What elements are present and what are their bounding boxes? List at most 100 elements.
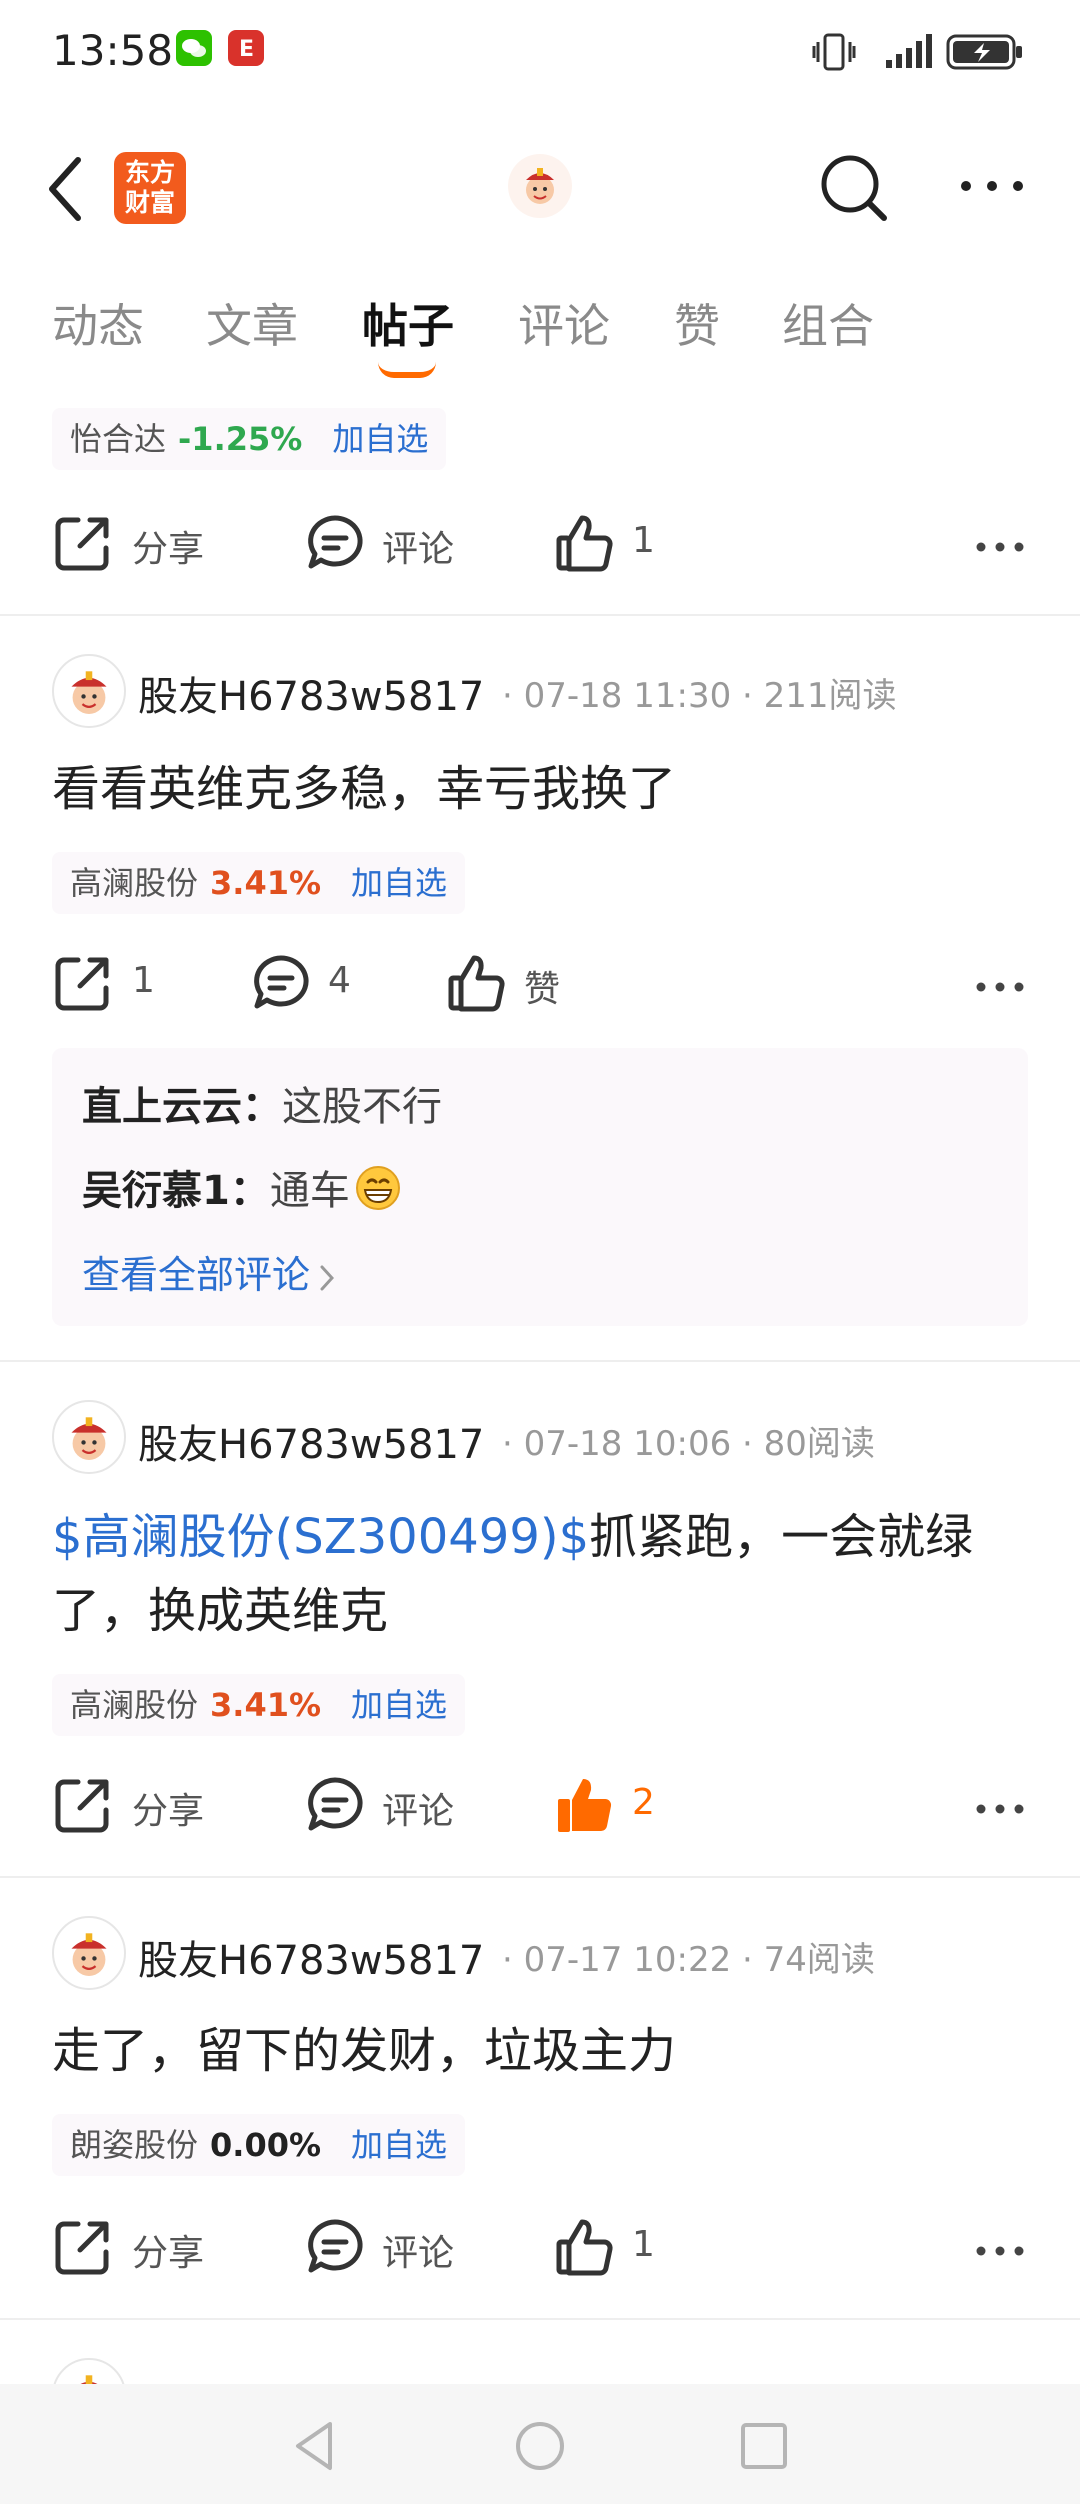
wechat-icon [176,30,212,66]
comment-text: 通车 [269,1168,350,1214]
username[interactable]: 股友H6783w5817 [138,1928,484,1986]
comment-icon[interactable] [306,514,364,576]
nav-recents-icon[interactable] [740,2422,788,2474]
like-count: 2 [632,1782,655,1823]
comment-label[interactable]: 评论 [382,1782,454,1834]
comment-label[interactable]: 评论 [382,2224,454,2276]
post-meta: · 07-18 11:30 · 211阅读 [502,676,897,716]
stock-change: -1.25% [178,420,303,458]
post-more-icon[interactable] [976,2242,1024,2261]
comment-preview: 吴衍慕1：通车 [82,1158,402,1222]
back-arrow-icon[interactable] [44,154,88,228]
tab-comments[interactable]: 评论 [518,290,610,356]
like-count: 1 [632,520,655,561]
thumbs-up-icon[interactable] [448,954,506,1016]
add-watchlist-link[interactable]: 加自选 [351,864,447,902]
add-watchlist-link[interactable]: 加自选 [351,2126,447,2164]
clock: 13:58 [52,26,174,75]
post-text[interactable]: 走了，留下的发财，垃圾主力 [52,2014,676,2088]
tab-portfolios[interactable]: 组合 [782,290,874,356]
username[interactable]: 股友H6783w5817 [138,1412,484,1470]
tab-likes[interactable]: 赞 [674,290,720,356]
search-icon[interactable] [818,152,890,228]
divider [0,1360,1080,1362]
view-all-comments-label[interactable]: 查看全部评论 [82,1253,310,1297]
stock-chip[interactable]: 高澜股份 3.41% 加自选 [52,852,466,914]
comment-count: 4 [328,960,351,1001]
comment-icon[interactable] [252,954,310,1016]
like-count: 1 [632,2224,655,2265]
logo-text-line2: 财富 [124,188,175,217]
eastmoney-logo: 东方 财富 [114,152,186,224]
thumbs-up-icon[interactable] [556,2218,614,2280]
nav-back-icon[interactable] [292,2420,336,2476]
grin-emoji-icon [354,1164,402,1222]
divider [0,1876,1080,1878]
chevron-right-icon [320,1256,335,1300]
stock-chip[interactable]: 朗姿股份 0.00% 加自选 [52,2114,466,2176]
post-text-line1: 抓紧跑，一会就绿 [589,1509,974,1565]
thumbs-up-filled-icon[interactable] [556,1776,614,1838]
post-more-icon[interactable] [976,978,1024,997]
profile-avatar[interactable] [508,154,572,218]
tab-dynamics[interactable]: 动态 [52,290,144,356]
comment-separator: ： [229,1168,270,1214]
svg-text:E: E [239,37,254,62]
post-more-icon[interactable] [976,538,1024,557]
app-notification-icon: E [228,30,264,66]
stock-change: 3.41% [210,1686,322,1724]
thumbs-up-icon[interactable] [556,514,614,576]
stock-chip[interactable]: 怡合达 -1.25% 加自选 [52,408,447,470]
share-label[interactable]: 分享 [132,520,204,572]
signal-icon [868,32,938,76]
comment-author[interactable]: 吴衍慕1 [82,1168,230,1214]
like-label[interactable]: 赞 [524,960,560,1012]
divider [0,2318,1080,2320]
system-navigation-bar [0,2384,1080,2504]
user-avatar[interactable] [52,654,126,728]
divider [0,614,1080,616]
share-icon[interactable] [54,1776,112,1838]
stock-change: 0.00% [210,2126,322,2164]
comment-label[interactable]: 评论 [382,520,454,572]
username[interactable]: 股友H6783w5817 [138,664,484,722]
comment-text: 这股不行 [282,1084,442,1130]
tab-posts[interactable]: 帖子 [362,290,454,356]
comment-separator: ： [242,1084,282,1130]
logo-text-line1: 东方 [124,158,175,187]
more-menu-icon[interactable] [960,178,1024,198]
top-app-bar: 东方 财富 [0,130,1080,250]
add-watchlist-link[interactable]: 加自选 [351,1686,447,1724]
post-meta: · 07-18 10:06 · 80阅读 [502,1424,875,1464]
status-bar: 13:58 E [0,0,1080,100]
comment-author[interactable]: 直上云云 [82,1084,242,1130]
share-label[interactable]: 分享 [132,1782,204,1834]
tab-articles[interactable]: 文章 [206,290,298,356]
add-watchlist-link[interactable]: 加自选 [332,420,428,458]
share-icon[interactable] [54,2218,112,2280]
comment-icon[interactable] [306,1776,364,1838]
share-icon[interactable] [54,514,112,576]
post-text[interactable]: $高澜股份(SZ300499)$抓紧跑，一会就绿 了，换成英维克 [52,1500,1042,1648]
stock-name: 朗姿股份 [70,2126,199,2164]
active-tab-indicator [378,362,436,378]
comment-icon[interactable] [306,2218,364,2280]
post-text[interactable]: 看看英维克多稳，幸亏我换了 [52,752,676,826]
view-all-comments-link[interactable]: 查看全部评论 [82,1244,335,1300]
nav-home-icon[interactable] [514,2420,566,2476]
vibrate-icon [812,32,856,76]
user-avatar[interactable] [52,1400,126,1474]
stock-name: 怡合达 [70,420,167,458]
post-meta: · 07-17 10:22 · 74阅读 [502,1940,875,1980]
post-text-line2: 了，换成英维克 [52,1583,389,1639]
post-more-icon[interactable] [976,1800,1024,1819]
stock-mention-link[interactable]: $高澜股份(SZ300499)$ [52,1509,589,1565]
comment-preview: 直上云云：这股不行 [82,1074,442,1132]
share-count: 1 [132,960,155,1001]
share-label[interactable]: 分享 [132,2224,204,2276]
stock-chip[interactable]: 高澜股份 3.41% 加自选 [52,1674,466,1736]
share-icon[interactable] [54,954,112,1016]
user-avatar[interactable] [52,1916,126,1990]
stock-name: 高澜股份 [70,864,199,902]
comment-preview-box[interactable]: 直上云云：这股不行 吴衍慕1：通车 查看全部评论 [52,1048,1028,1326]
